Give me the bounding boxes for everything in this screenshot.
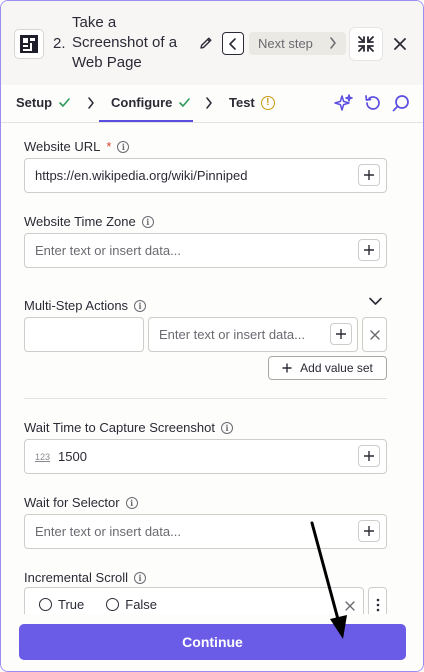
collapse-icon [358, 36, 374, 52]
add-value-set-button[interactable]: Add value set [268, 356, 387, 380]
warning-icon: ! [260, 95, 275, 110]
wait-for-selector-label: Wait for Selector i [24, 495, 138, 510]
add-value-set-label: Add value set [300, 361, 373, 375]
plus-icon [364, 451, 374, 461]
radio-false-label: False [125, 597, 158, 612]
close-icon [369, 329, 380, 340]
chevron-right-icon [206, 97, 212, 109]
info-icon[interactable]: i [141, 215, 154, 228]
website-url-field[interactable]: https://en.wikipedia.org/wiki/Pinniped [24, 158, 387, 193]
plus-icon [364, 245, 374, 255]
wait-time-label: Wait Time to Capture Screenshot i [24, 420, 233, 435]
plus-icon [282, 363, 292, 373]
plus-icon [364, 170, 374, 180]
incremental-scroll-label: Incremental Scroll i [24, 570, 147, 585]
close-button[interactable] [391, 35, 409, 53]
tab-test[interactable]: Test ! [229, 95, 275, 110]
plus-icon [364, 526, 374, 536]
section-divider [24, 398, 387, 399]
info-icon[interactable]: i [117, 140, 130, 153]
step-editor-panel: 2. Take a Screenshot of a Web Page Next … [0, 0, 424, 672]
chevron-left-icon [229, 37, 236, 50]
number-type-icon: 123 [35, 451, 51, 462]
next-step-button[interactable]: Next step [249, 32, 346, 55]
wait-for-selector-placeholder: Enter text or insert data... [35, 524, 181, 539]
info-icon[interactable]: i [134, 299, 147, 312]
sparkle-icon[interactable] [334, 93, 354, 113]
website-time-zone-field[interactable]: Enter text or insert data... [24, 233, 387, 268]
insert-data-button[interactable] [358, 239, 380, 261]
insert-data-button[interactable] [330, 323, 352, 345]
website-time-zone-label: Website Time Zone i [24, 214, 154, 229]
step-tabs: Setup Configure Test ! [1, 85, 423, 123]
tab-configure[interactable]: Configure [111, 95, 191, 110]
search-icon[interactable] [391, 93, 411, 113]
info-icon[interactable]: i [134, 571, 147, 584]
action-key-field[interactable] [24, 317, 144, 352]
info-icon[interactable]: i [125, 496, 138, 509]
active-tab-indicator [99, 120, 193, 122]
plus-icon [336, 329, 346, 339]
pencil-icon[interactable] [197, 34, 215, 52]
step-number: 2. [53, 35, 66, 52]
configure-form: Website URL * i https://en.wikipedia.org… [1, 124, 423, 614]
insert-data-button[interactable] [358, 520, 380, 542]
radio-circle [106, 598, 120, 611]
radio-true[interactable]: True [39, 597, 84, 612]
info-icon[interactable]: i [221, 421, 233, 434]
tab-label: Setup [16, 95, 53, 110]
tab-label: Test [229, 95, 255, 110]
tab-label: Configure [111, 95, 173, 110]
action-value-field[interactable]: Enter text or insert data... [148, 317, 358, 352]
refresh-icon[interactable] [363, 93, 383, 113]
wait-for-selector-field[interactable]: Enter text or insert data... [24, 514, 387, 549]
incremental-scroll-radio-group: True False [24, 587, 364, 614]
website-url-label: Website URL * i [24, 139, 130, 154]
collapse-button[interactable] [349, 27, 383, 61]
required-marker: * [106, 139, 112, 154]
radio-true-label: True [58, 597, 85, 612]
radio-false[interactable]: False [106, 597, 157, 612]
more-options-button[interactable] [368, 587, 387, 614]
radio-circle [39, 598, 52, 611]
website-url-value: https://en.wikipedia.org/wiki/Pinniped [35, 168, 248, 183]
insert-data-button[interactable] [358, 445, 380, 467]
step-title: Take a Screenshot of a Web Page [72, 14, 178, 71]
check-icon [179, 98, 191, 107]
kebab-menu-icon [376, 598, 379, 611]
close-icon [394, 38, 406, 50]
tab-setup[interactable]: Setup [16, 95, 71, 110]
wait-time-value: 1500 [58, 449, 87, 464]
check-icon [59, 98, 70, 107]
remove-value-set-button[interactable] [362, 317, 387, 352]
chevron-right-icon [330, 37, 336, 49]
step-header: 2. Take a Screenshot of a Web Page Next … [1, 1, 423, 85]
next-step-label: Next step [258, 36, 313, 51]
action-value-placeholder: Enter text or insert data... [159, 327, 305, 342]
chevron-right-icon [88, 97, 94, 109]
chevron-down-icon[interactable] [369, 297, 382, 306]
previous-step-button[interactable] [222, 32, 244, 55]
wait-time-field[interactable]: 123 1500 [24, 439, 387, 474]
step-footer: Continue [1, 614, 423, 671]
website-time-zone-placeholder: Enter text or insert data... [35, 243, 181, 258]
multi-step-actions-label: Multi-Step Actions i [24, 298, 147, 313]
clear-icon[interactable] [345, 601, 355, 611]
insert-data-button[interactable] [358, 164, 380, 186]
continue-button[interactable]: Continue [19, 624, 406, 660]
app-logo-icon [14, 29, 44, 59]
